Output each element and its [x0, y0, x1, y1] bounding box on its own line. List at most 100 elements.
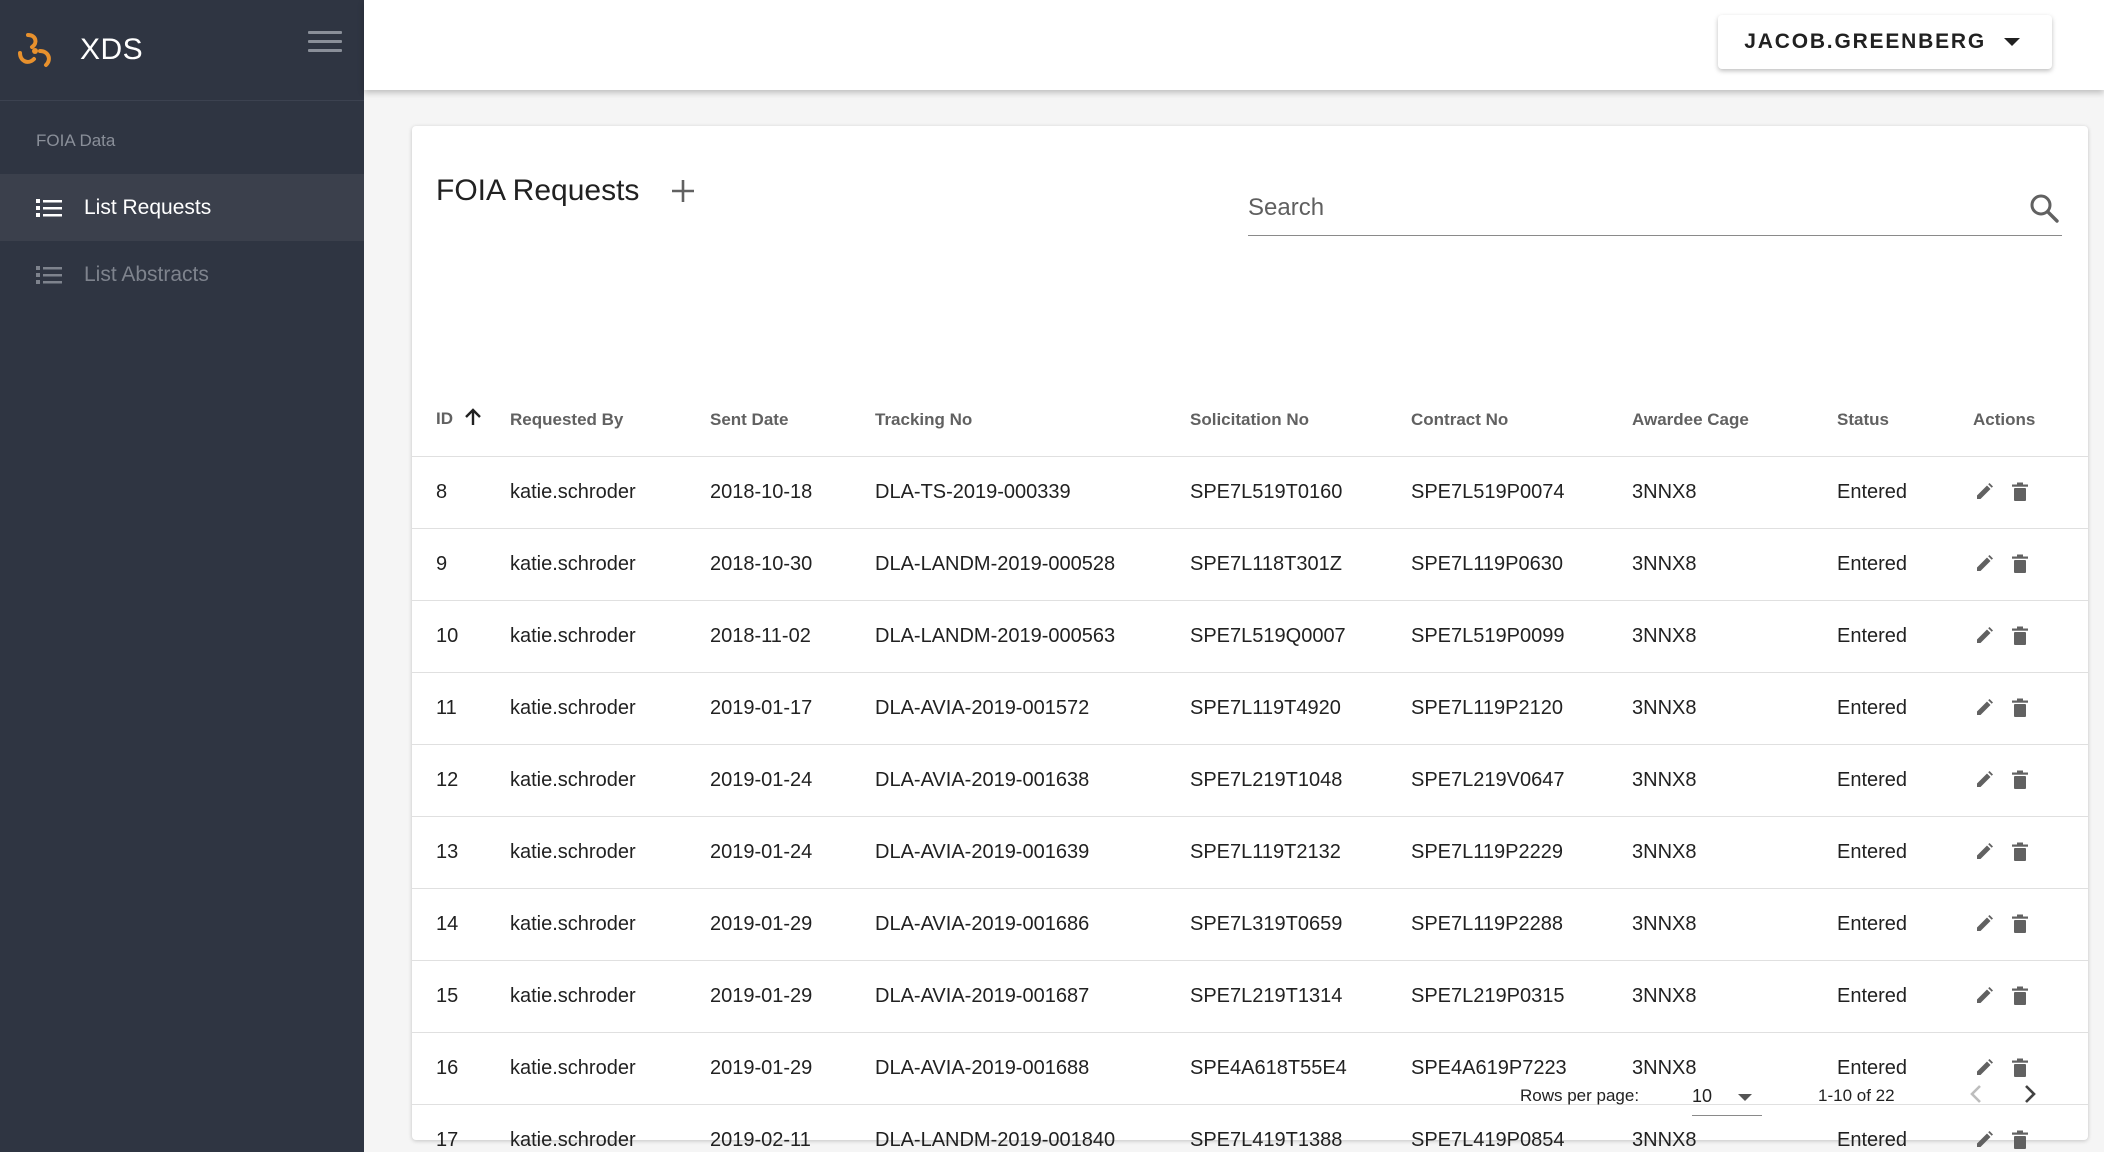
column-header-sent-date[interactable]: Sent Date [710, 384, 875, 457]
table-row[interactable]: 10 katie.schroder 2018-11-02 DLA-LANDM-2019… [412, 600, 2088, 673]
sidebar-item-list-abstracts[interactable]: List Abstracts [0, 241, 364, 308]
add-request-button[interactable] [668, 176, 698, 206]
chevron-right-icon [2025, 1085, 2036, 1103]
sidebar: XDS FOIA Data List Requests List Abstrac… [0, 0, 364, 1152]
search-field [1248, 182, 2062, 236]
cell-tracking-no: DLA-AVIA-2019-001639 [875, 816, 1190, 889]
cell-tracking-no: DLA-TS-2019-000339 [875, 456, 1190, 529]
column-header-awardee-cage[interactable]: Awardee Cage [1632, 384, 1837, 457]
pagination-range: 1-10 of 22 [1818, 1086, 1895, 1105]
edit-icon[interactable] [1973, 553, 1995, 575]
cell-requested-by: katie.schroder [510, 528, 710, 601]
search-icon[interactable] [2028, 192, 2060, 224]
column-header-contract-no[interactable]: Contract No [1411, 384, 1632, 457]
rows-per-page-value: 10 [1692, 1086, 1713, 1106]
cell-contract-no: SPE7L219P0315 [1411, 960, 1632, 1033]
edit-icon[interactable] [1973, 841, 1995, 863]
delete-icon[interactable] [2009, 697, 2031, 719]
cell-id: 9 [412, 528, 510, 601]
edit-icon[interactable] [1973, 697, 1995, 719]
cell-awardee-cage: 3NNX8 [1632, 960, 1837, 1033]
sidebar-section-label: FOIA Data [36, 131, 116, 150]
hamburger-menu-icon[interactable] [308, 26, 342, 56]
sidebar-item-list-requests[interactable]: List Requests [0, 174, 364, 241]
foia-requests-card: FOIA Requests ID Requested By [412, 126, 2088, 1152]
cell-awardee-cage: 3NNX8 [1632, 600, 1837, 673]
table-row[interactable]: 15 katie.schroder 2019-01-29 DLA-AVIA-2019-… [412, 960, 2088, 1033]
delete-icon[interactable] [2009, 913, 2031, 935]
user-menu-button[interactable]: JACOB.GREENBERG [1718, 15, 2052, 69]
cell-awardee-cage: 3NNX8 [1632, 456, 1837, 529]
edit-icon[interactable] [1973, 913, 1995, 935]
plus-icon [672, 180, 694, 202]
table-row[interactable]: 13 katie.schroder 2019-01-24 DLA-AVIA-2019-… [412, 816, 2088, 889]
column-header-tracking-no[interactable]: Tracking No [875, 384, 1190, 457]
delete-icon[interactable] [2009, 625, 2031, 647]
search-input[interactable] [1248, 182, 2008, 234]
table-row[interactable]: 12 katie.schroder 2019-01-24 DLA-AVIA-2019-… [412, 744, 2088, 817]
delete-icon[interactable] [2009, 841, 2031, 863]
cell-actions [1973, 528, 2088, 601]
edit-icon[interactable] [1973, 985, 1995, 1007]
chevron-left-icon [1970, 1085, 1981, 1103]
brand-header: XDS [0, 0, 364, 101]
row-actions [1973, 841, 2088, 863]
cell-solicitation-no: SPE7L119T4920 [1190, 672, 1411, 745]
cell-tracking-no: DLA-AVIA-2019-001572 [875, 672, 1190, 745]
cell-requested-by: katie.schroder [510, 600, 710, 673]
table-body: 8 katie.schroder 2018-10-18 DLA-TS-2019-000… [412, 456, 2088, 1152]
row-actions [1973, 625, 2088, 647]
cell-status: Entered [1837, 600, 1973, 673]
table-row[interactable]: 8 katie.schroder 2018-10-18 DLA-TS-2019-000… [412, 456, 2088, 529]
rows-per-page-select[interactable]: 10 [1692, 1076, 1762, 1116]
cell-awardee-cage: 3NNX8 [1632, 672, 1837, 745]
delete-icon[interactable] [2009, 985, 2031, 1007]
table-row[interactable]: 9 katie.schroder 2018-10-30 DLA-LANDM-2019-… [412, 528, 2088, 601]
edit-icon[interactable] [1973, 625, 1995, 647]
cell-status: Entered [1837, 528, 1973, 601]
cell-tracking-no: DLA-AVIA-2019-001638 [875, 744, 1190, 817]
next-page-button[interactable] [2014, 1078, 2046, 1110]
cell-sent-date: 2019-01-29 [710, 960, 875, 1033]
edit-icon[interactable] [1973, 481, 1995, 503]
cell-status: Entered [1837, 888, 1973, 961]
app-title: XDS [80, 33, 144, 66]
cell-requested-by: katie.schroder [510, 672, 710, 745]
table-row[interactable]: 14 katie.schroder 2019-01-29 DLA-AVIA-2019-… [412, 888, 2088, 961]
caret-down-icon [1738, 1094, 1752, 1101]
cell-contract-no: SPE7L119P2120 [1411, 672, 1632, 745]
column-header-id[interactable]: ID [412, 384, 510, 457]
delete-icon[interactable] [2009, 769, 2031, 791]
list-icon [36, 197, 62, 219]
cell-sent-date: 2019-01-17 [710, 672, 875, 745]
cell-tracking-no: DLA-LANDM-2019-000563 [875, 600, 1190, 673]
cell-actions [1973, 456, 2088, 529]
user-name: JACOB.GREENBERG [1744, 30, 1986, 53]
cell-awardee-cage: 3NNX8 [1632, 816, 1837, 889]
column-header-solicitation-no[interactable]: Solicitation No [1190, 384, 1411, 457]
cell-id: 12 [412, 744, 510, 817]
cell-requested-by: katie.schroder [510, 960, 710, 1033]
sidebar-item-label: List Abstracts [84, 262, 209, 286]
cell-solicitation-no: SPE7L519Q0007 [1190, 600, 1411, 673]
previous-page-button[interactable] [1960, 1078, 1992, 1110]
cell-contract-no: SPE7L219V0647 [1411, 744, 1632, 817]
cell-tracking-no: DLA-LANDM-2019-000528 [875, 528, 1190, 601]
cell-id: 14 [412, 888, 510, 961]
column-header-requested-by[interactable]: Requested By [510, 384, 710, 457]
requests-table: ID Requested By Sent Date Tracking No So… [412, 384, 2088, 1152]
table-row[interactable]: 11 katie.schroder 2019-01-17 DLA-AVIA-2019-… [412, 672, 2088, 745]
column-header-status[interactable]: Status [1837, 384, 1973, 457]
sort-ascending-icon[interactable] [464, 407, 482, 432]
edit-icon[interactable] [1973, 769, 1995, 791]
cell-awardee-cage: 3NNX8 [1632, 528, 1837, 601]
cell-status: Entered [1837, 744, 1973, 817]
cell-sent-date: 2018-11-02 [710, 600, 875, 673]
delete-icon[interactable] [2009, 553, 2031, 575]
delete-icon[interactable] [2009, 481, 2031, 503]
cell-requested-by: katie.schroder [510, 744, 710, 817]
cell-requested-by: katie.schroder [510, 816, 710, 889]
cell-contract-no: SPE7L119P2288 [1411, 888, 1632, 961]
cell-status: Entered [1837, 816, 1973, 889]
cell-solicitation-no: SPE7L119T2132 [1190, 816, 1411, 889]
